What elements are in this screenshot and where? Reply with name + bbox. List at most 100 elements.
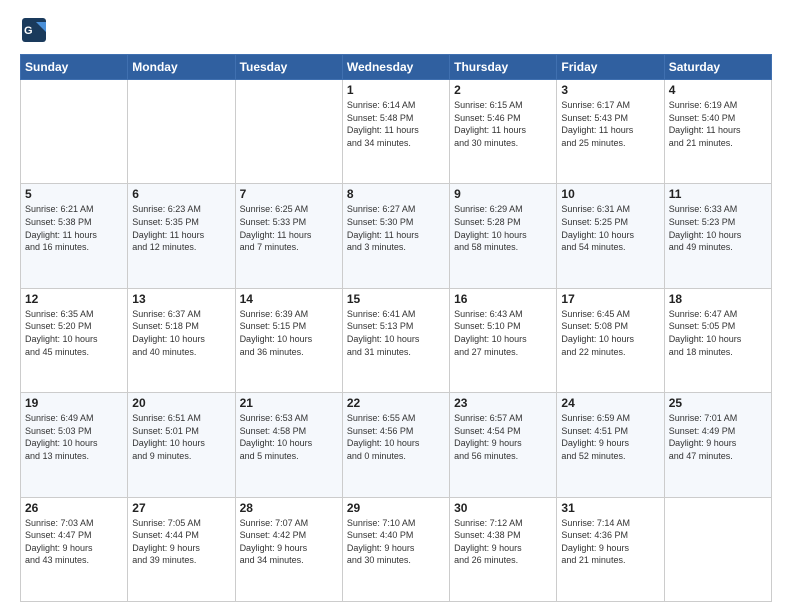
cell-info: Sunrise: 6:23 AM Sunset: 5:35 PM Dayligh… <box>132 203 230 253</box>
calendar-cell: 7Sunrise: 6:25 AM Sunset: 5:33 PM Daylig… <box>235 184 342 288</box>
weekday-header-tuesday: Tuesday <box>235 55 342 80</box>
day-number: 12 <box>25 292 123 306</box>
day-number: 6 <box>132 187 230 201</box>
cell-info: Sunrise: 6:53 AM Sunset: 4:58 PM Dayligh… <box>240 412 338 462</box>
cell-info: Sunrise: 6:37 AM Sunset: 5:18 PM Dayligh… <box>132 308 230 358</box>
cell-info: Sunrise: 6:15 AM Sunset: 5:46 PM Dayligh… <box>454 99 552 149</box>
cell-info: Sunrise: 7:10 AM Sunset: 4:40 PM Dayligh… <box>347 517 445 567</box>
cell-info: Sunrise: 6:29 AM Sunset: 5:28 PM Dayligh… <box>454 203 552 253</box>
day-number: 3 <box>561 83 659 97</box>
calendar-cell: 19 Sunrise: 6:49 AM Sunset: 5:03 PM Dayli… <box>21 393 128 497</box>
cell-info: Sunrise: 6:35 AM Sunset: 5:20 PM Dayligh… <box>25 308 123 358</box>
week-row-2: 5 Sunrise: 6:21 AM Sunset: 5:38 PM Daylig… <box>21 184 772 288</box>
calendar-cell: 14 Sunrise: 6:39 AM Sunset: 5:15 PM Dayli… <box>235 288 342 392</box>
week-row-1: 1 Sunrise: 6:14 AM Sunset: 5:48 PM Daylig… <box>21 80 772 184</box>
week-row-3: 12 Sunrise: 6:35 AM Sunset: 5:20 PM Dayli… <box>21 288 772 392</box>
weekday-header-saturday: Saturday <box>664 55 771 80</box>
calendar-cell <box>128 80 235 184</box>
day-number: 8 <box>347 187 445 201</box>
calendar-cell: 27 Sunrise: 7:05 AM Sunset: 4:44 PM Dayli… <box>128 497 235 601</box>
day-number: 10 <box>561 187 659 201</box>
cell-info: Sunrise: 6:45 AM Sunset: 5:08 PM Dayligh… <box>561 308 659 358</box>
day-number: 18 <box>669 292 767 306</box>
calendar-cell: 20 Sunrise: 6:51 AM Sunset: 5:01 PM Dayli… <box>128 393 235 497</box>
header: G <box>20 16 772 44</box>
day-number: 15 <box>347 292 445 306</box>
calendar-cell: 26 Sunrise: 7:03 AM Sunset: 4:47 PM Dayli… <box>21 497 128 601</box>
day-number: 25 <box>669 396 767 410</box>
day-number: 22 <box>347 396 445 410</box>
calendar-cell: 2Sunrise: 6:15 AM Sunset: 5:46 PM Daylig… <box>450 80 557 184</box>
cell-info: Sunrise: 6:49 AM Sunset: 5:03 PM Dayligh… <box>25 412 123 462</box>
cell-info: Sunrise: 6:17 AM Sunset: 5:43 PM Dayligh… <box>561 99 659 149</box>
week-row-5: 26 Sunrise: 7:03 AM Sunset: 4:47 PM Dayli… <box>21 497 772 601</box>
cell-info: Sunrise: 6:51 AM Sunset: 5:01 PM Dayligh… <box>132 412 230 462</box>
week-row-4: 19 Sunrise: 6:49 AM Sunset: 5:03 PM Dayli… <box>21 393 772 497</box>
day-number: 31 <box>561 501 659 515</box>
cell-info: Sunrise: 6:19 AM Sunset: 5:40 PM Dayligh… <box>669 99 767 149</box>
cell-info: Sunrise: 6:14 AM Sunset: 5:48 PM Dayligh… <box>347 99 445 149</box>
calendar-cell: 24Sunrise: 6:59 AM Sunset: 4:51 PM Dayli… <box>557 393 664 497</box>
calendar-cell: 15 Sunrise: 6:41 AM Sunset: 5:13 PM Dayli… <box>342 288 449 392</box>
weekday-header-friday: Friday <box>557 55 664 80</box>
calendar-cell <box>235 80 342 184</box>
day-number: 17 <box>561 292 659 306</box>
cell-info: Sunrise: 6:57 AM Sunset: 4:54 PM Dayligh… <box>454 412 552 462</box>
calendar-cell: 11 Sunrise: 6:33 AM Sunset: 5:23 PM Dayli… <box>664 184 771 288</box>
calendar-cell: 31 Sunrise: 7:14 AM Sunset: 4:36 PM Dayli… <box>557 497 664 601</box>
day-number: 28 <box>240 501 338 515</box>
day-number: 24 <box>561 396 659 410</box>
cell-info: Sunrise: 7:14 AM Sunset: 4:36 PM Dayligh… <box>561 517 659 567</box>
day-number: 13 <box>132 292 230 306</box>
logo-icon: G <box>20 16 48 44</box>
weekday-header-thursday: Thursday <box>450 55 557 80</box>
calendar-cell: 1 Sunrise: 6:14 AM Sunset: 5:48 PM Daylig… <box>342 80 449 184</box>
calendar-cell: 21Sunrise: 6:53 AM Sunset: 4:58 PM Dayli… <box>235 393 342 497</box>
cell-info: Sunrise: 6:31 AM Sunset: 5:25 PM Dayligh… <box>561 203 659 253</box>
calendar-cell: 28 Sunrise: 7:07 AM Sunset: 4:42 PM Dayli… <box>235 497 342 601</box>
calendar-cell: 3 Sunrise: 6:17 AM Sunset: 5:43 PM Daylig… <box>557 80 664 184</box>
calendar-cell <box>21 80 128 184</box>
cell-info: Sunrise: 6:21 AM Sunset: 5:38 PM Dayligh… <box>25 203 123 253</box>
day-number: 26 <box>25 501 123 515</box>
cell-info: Sunrise: 6:33 AM Sunset: 5:23 PM Dayligh… <box>669 203 767 253</box>
calendar-cell: 9 Sunrise: 6:29 AM Sunset: 5:28 PM Daylig… <box>450 184 557 288</box>
day-number: 11 <box>669 187 767 201</box>
calendar-cell: 17 Sunrise: 6:45 AM Sunset: 5:08 PM Dayli… <box>557 288 664 392</box>
weekday-header-monday: Monday <box>128 55 235 80</box>
day-number: 14 <box>240 292 338 306</box>
logo: G <box>20 16 50 44</box>
calendar-cell <box>664 497 771 601</box>
day-number: 20 <box>132 396 230 410</box>
calendar-cell: 29 Sunrise: 7:10 AM Sunset: 4:40 PM Dayli… <box>342 497 449 601</box>
cell-info: Sunrise: 7:03 AM Sunset: 4:47 PM Dayligh… <box>25 517 123 567</box>
cell-info: Sunrise: 6:39 AM Sunset: 5:15 PM Dayligh… <box>240 308 338 358</box>
day-number: 27 <box>132 501 230 515</box>
calendar-cell: 30Sunrise: 7:12 AM Sunset: 4:38 PM Dayli… <box>450 497 557 601</box>
day-number: 7 <box>240 187 338 201</box>
day-number: 19 <box>25 396 123 410</box>
day-number: 30 <box>454 501 552 515</box>
cell-info: Sunrise: 6:41 AM Sunset: 5:13 PM Dayligh… <box>347 308 445 358</box>
calendar-cell: 16 Sunrise: 6:43 AM Sunset: 5:10 PM Dayli… <box>450 288 557 392</box>
weekday-header-sunday: Sunday <box>21 55 128 80</box>
calendar-cell: 8Sunrise: 6:27 AM Sunset: 5:30 PM Daylig… <box>342 184 449 288</box>
weekday-header-row: SundayMondayTuesdayWednesdayThursdayFrid… <box>21 55 772 80</box>
day-number: 5 <box>25 187 123 201</box>
calendar-cell: 13 Sunrise: 6:37 AM Sunset: 5:18 PM Dayli… <box>128 288 235 392</box>
day-number: 1 <box>347 83 445 97</box>
cell-info: Sunrise: 7:05 AM Sunset: 4:44 PM Dayligh… <box>132 517 230 567</box>
cell-info: Sunrise: 7:07 AM Sunset: 4:42 PM Dayligh… <box>240 517 338 567</box>
calendar-cell: 22Sunrise: 6:55 AM Sunset: 4:56 PM Dayli… <box>342 393 449 497</box>
calendar-cell: 6 Sunrise: 6:23 AM Sunset: 5:35 PM Daylig… <box>128 184 235 288</box>
svg-text:G: G <box>24 25 33 37</box>
day-number: 4 <box>669 83 767 97</box>
calendar-cell: 18Sunrise: 6:47 AM Sunset: 5:05 PM Dayli… <box>664 288 771 392</box>
day-number: 23 <box>454 396 552 410</box>
day-number: 29 <box>347 501 445 515</box>
calendar-cell: 5 Sunrise: 6:21 AM Sunset: 5:38 PM Daylig… <box>21 184 128 288</box>
day-number: 16 <box>454 292 552 306</box>
cell-info: Sunrise: 6:43 AM Sunset: 5:10 PM Dayligh… <box>454 308 552 358</box>
day-number: 9 <box>454 187 552 201</box>
weekday-header-wednesday: Wednesday <box>342 55 449 80</box>
